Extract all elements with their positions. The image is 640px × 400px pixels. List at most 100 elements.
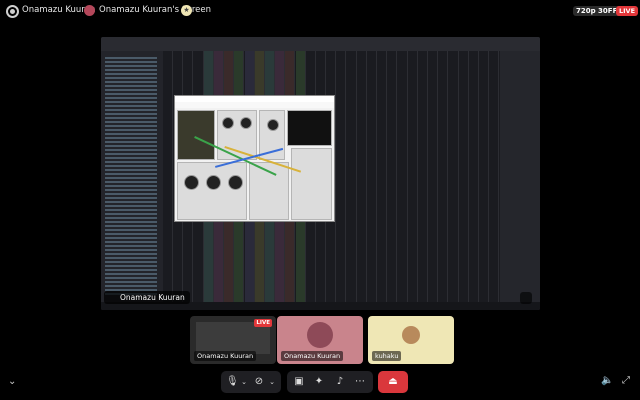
- soundboard-icon[interactable]: ♪: [334, 376, 346, 388]
- mixer-strip[interactable]: [438, 51, 449, 310]
- mixer-strip[interactable]: [489, 51, 500, 310]
- camera-off-icon[interactable]: ⊘: [253, 376, 265, 388]
- browser-row[interactable]: [105, 269, 157, 271]
- browser-row[interactable]: [105, 181, 157, 183]
- knob[interactable]: [228, 175, 243, 190]
- leave-call-button[interactable]: ⏏: [378, 371, 408, 393]
- browser-row[interactable]: [105, 165, 157, 167]
- browser-row[interactable]: [105, 105, 157, 107]
- browser-row[interactable]: [105, 201, 157, 203]
- browser-row[interactable]: [105, 265, 157, 267]
- mixer-strip[interactable]: [367, 51, 377, 310]
- browser-row[interactable]: [105, 101, 157, 103]
- browser-row[interactable]: [105, 61, 157, 63]
- chevron-down-icon[interactable]: ⌄: [8, 376, 16, 387]
- microphone-icon[interactable]: 🎙: [226, 376, 239, 388]
- browser-row[interactable]: [105, 205, 157, 207]
- more-icon[interactable]: ⋯: [354, 376, 366, 388]
- browser-row[interactable]: [105, 209, 157, 211]
- browser-row[interactable]: [105, 161, 157, 163]
- mixer-strip[interactable]: [408, 51, 418, 310]
- browser-row[interactable]: [105, 89, 157, 91]
- participant-tile-screen[interactable]: LIVE Onamazu Kuuran: [190, 316, 276, 364]
- browser-row[interactable]: [105, 157, 157, 159]
- browser-row[interactable]: [105, 109, 157, 111]
- browser-row[interactable]: [105, 253, 157, 255]
- browser-row[interactable]: [105, 177, 157, 179]
- browser-row[interactable]: [105, 285, 157, 287]
- browser-row[interactable]: [105, 57, 157, 59]
- browser-row[interactable]: [105, 69, 157, 71]
- browser-row[interactable]: [105, 97, 157, 99]
- browser-row[interactable]: [105, 141, 157, 143]
- mixer-strip[interactable]: [469, 51, 479, 310]
- mixer-strip[interactable]: [163, 51, 173, 310]
- browser-row[interactable]: [105, 149, 157, 151]
- browser-row[interactable]: [105, 137, 157, 139]
- browser-row[interactable]: [105, 245, 157, 247]
- mixer-strip[interactable]: [459, 51, 469, 310]
- mixer-strip[interactable]: [418, 51, 428, 310]
- browser-row[interactable]: [105, 169, 157, 171]
- browser-row[interactable]: [105, 73, 157, 75]
- mixer-strip[interactable]: [336, 51, 347, 310]
- browser-row[interactable]: [105, 145, 157, 147]
- mixer-strip[interactable]: [347, 51, 357, 310]
- zoom-icon[interactable]: [520, 292, 532, 304]
- mixer-strip[interactable]: [387, 51, 398, 310]
- mixer-strip[interactable]: [357, 51, 367, 310]
- mixer-strip[interactable]: [479, 51, 490, 310]
- gear-icon[interactable]: [6, 5, 19, 18]
- browser-row[interactable]: [105, 197, 157, 199]
- browser-row[interactable]: [105, 121, 157, 123]
- chevron-down-icon[interactable]: ⌄: [238, 376, 250, 388]
- plugin-window[interactable]: [174, 95, 335, 222]
- mixer-strip[interactable]: [377, 51, 388, 310]
- mixer-strip[interactable]: [398, 51, 408, 310]
- browser-row[interactable]: [105, 237, 157, 239]
- knob[interactable]: [267, 119, 279, 131]
- browser-row[interactable]: [105, 273, 157, 275]
- browser-row[interactable]: [105, 277, 157, 279]
- browser-row[interactable]: [105, 241, 157, 243]
- browser-row[interactable]: [105, 125, 157, 127]
- browser-row[interactable]: [105, 261, 157, 263]
- chevron-down-icon[interactable]: ⌄: [266, 376, 278, 388]
- knob[interactable]: [222, 117, 234, 129]
- participant-tile-camera[interactable]: Onamazu Kuuran: [277, 316, 363, 364]
- browser-row[interactable]: [105, 85, 157, 87]
- browser-row[interactable]: [105, 65, 157, 67]
- mixer-strip[interactable]: [428, 51, 439, 310]
- browser-row[interactable]: [105, 77, 157, 79]
- browser-row[interactable]: [105, 193, 157, 195]
- knob[interactable]: [206, 175, 221, 190]
- browser-row[interactable]: [105, 81, 157, 83]
- browser-row[interactable]: [105, 213, 157, 215]
- browser-row[interactable]: [105, 173, 157, 175]
- knob[interactable]: [184, 175, 199, 190]
- stream-view[interactable]: [101, 37, 540, 310]
- browser-row[interactable]: [105, 117, 157, 119]
- browser-row[interactable]: [105, 93, 157, 95]
- screen-share-icon[interactable]: ▣: [293, 376, 305, 388]
- browser-row[interactable]: [105, 249, 157, 251]
- activities-icon[interactable]: ✦: [313, 376, 325, 388]
- fullscreen-icon[interactable]: ⤢: [622, 375, 630, 386]
- browser-row[interactable]: [105, 257, 157, 259]
- browser-row[interactable]: [105, 281, 157, 283]
- browser-row[interactable]: [105, 233, 157, 235]
- browser-row[interactable]: [105, 225, 157, 227]
- browser-row[interactable]: [105, 217, 157, 219]
- browser-row[interactable]: [105, 185, 157, 187]
- browser-row[interactable]: [105, 129, 157, 131]
- volume-icon[interactable]: 🔈: [601, 375, 613, 386]
- participant-tile-kuhaku[interactable]: kuhaku: [368, 316, 454, 364]
- browser-row[interactable]: [105, 229, 157, 231]
- knob[interactable]: [240, 117, 252, 129]
- browser-row[interactable]: [105, 133, 157, 135]
- mixer-strip[interactable]: [449, 51, 459, 310]
- browser-row[interactable]: [105, 221, 157, 223]
- browser-row[interactable]: [105, 189, 157, 191]
- browser-row[interactable]: [105, 153, 157, 155]
- browser-row[interactable]: [105, 113, 157, 115]
